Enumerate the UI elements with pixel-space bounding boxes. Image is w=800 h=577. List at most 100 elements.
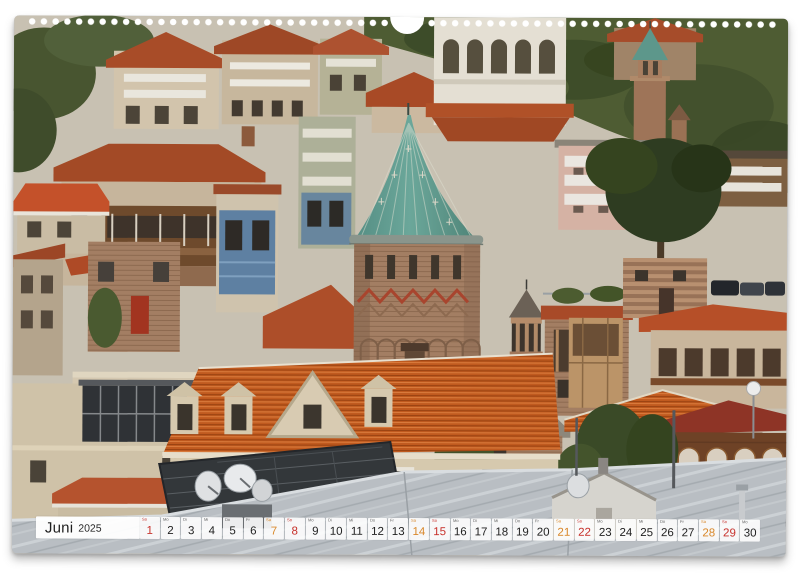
weekday-label: So (432, 519, 437, 523)
day-cell: Fr 13 (388, 518, 408, 540)
day-number: 22 (575, 527, 595, 539)
day-number: 6 (243, 525, 263, 537)
weekday-label: Mi (639, 520, 643, 524)
day-cell: Mo 16 (450, 518, 470, 540)
day-number: 27 (678, 527, 698, 539)
weekday-label: So (577, 520, 582, 524)
day-cell: Do 12 (368, 518, 388, 540)
weekday-label: Mo (308, 519, 314, 523)
weekday-label: Sa (556, 520, 561, 524)
day-cell: Mo 23 (595, 519, 615, 541)
day-cell: Mo 9 (306, 518, 326, 540)
day-number: 19 (513, 526, 533, 538)
day-cell: Mi 11 (347, 518, 367, 540)
day-number: 3 (181, 525, 201, 537)
weekday-label: So (722, 520, 727, 524)
day-cell: Do 26 (657, 519, 677, 541)
day-number: 9 (306, 526, 326, 538)
weekday-label: Do (370, 519, 375, 523)
day-number: 30 (740, 527, 760, 539)
day-number: 24 (616, 527, 636, 539)
day-cell: So 8 (285, 518, 305, 540)
day-number: 18 (492, 526, 512, 538)
day-cell: Di 10 (326, 518, 346, 540)
day-cell: Do 5 (223, 517, 243, 539)
day-cell: Sa 7 (264, 517, 284, 539)
calendar-strip: Juni 2025 So 1 Mo 2 Di 3 Mi 4 Do 5 Fr 6 … (12, 516, 786, 541)
weekday-label: Fr (245, 518, 249, 522)
day-number: 28 (699, 527, 719, 539)
day-cell: Mi 25 (637, 519, 657, 541)
day-row: So 1 Mo 2 Di 3 Mi 4 Do 5 Fr 6 Sa 7 So 8 … (140, 517, 760, 542)
weekday-label: Mo (453, 519, 459, 523)
weekday-label: Di (473, 519, 477, 523)
day-number: 26 (657, 527, 677, 539)
day-number: 8 (285, 525, 305, 537)
photo-illustration-tbilisi (12, 15, 788, 556)
brick-house-red-door (88, 242, 180, 352)
day-cell: Di 3 (181, 517, 201, 539)
year-label: 2025 (78, 523, 101, 534)
weekday-label: Fr (680, 520, 684, 524)
weekday-label: Mo (597, 520, 603, 524)
weekday-label: So (142, 518, 147, 522)
weekday-label: Do (515, 520, 520, 524)
day-cell: Sa 28 (699, 519, 719, 541)
weekday-label: Fr (535, 520, 539, 524)
day-number: 1 (140, 525, 160, 537)
day-cell: Mi 18 (492, 518, 512, 540)
day-number: 21 (554, 527, 574, 539)
day-cell: Fr 27 (678, 519, 698, 541)
day-cell: So 1 (140, 517, 160, 539)
weekday-label: Sa (266, 518, 271, 522)
day-cell: Mo 2 (161, 517, 181, 539)
day-cell: Fr 20 (533, 519, 553, 541)
weekday-label: Mi (349, 519, 353, 523)
day-cell: Mi 4 (202, 517, 222, 539)
day-number: 12 (368, 526, 388, 538)
day-number: 10 (326, 526, 346, 538)
day-number: 2 (161, 525, 181, 537)
day-number: 11 (347, 526, 367, 538)
weekday-label: Di (328, 519, 332, 523)
day-cell: Sa 14 (409, 518, 429, 540)
day-number: 7 (264, 525, 284, 537)
day-number: 29 (720, 527, 740, 539)
day-cell: Di 24 (616, 519, 636, 541)
day-number: 25 (637, 527, 657, 539)
timber-frame-house (568, 318, 622, 408)
day-number: 20 (533, 527, 553, 539)
weekday-label: Mi (204, 518, 208, 522)
parked-cars (711, 280, 785, 295)
stacked-balcony-house (298, 117, 356, 249)
day-number: 13 (388, 526, 408, 538)
day-number: 4 (202, 525, 222, 537)
day-number: 5 (223, 525, 243, 537)
weekday-label: Di (183, 518, 187, 522)
blue-balcony-house (213, 184, 282, 312)
weekday-label: Sa (411, 519, 416, 523)
day-number: 14 (409, 526, 429, 538)
weekday-label: Di (618, 520, 622, 524)
day-cell: Do 19 (513, 518, 533, 540)
day-number: 15 (430, 526, 450, 538)
weekday-label: So (287, 519, 292, 523)
day-cell: Fr 6 (243, 517, 263, 539)
month-label: Juni (45, 520, 73, 535)
day-number: 16 (450, 526, 470, 538)
day-cell: Mo 30 (740, 519, 760, 541)
weekday-label: Do (660, 520, 665, 524)
calendar-page: Juni 2025 So 1 Mo 2 Di 3 Mi 4 Do 5 Fr 6 … (12, 15, 788, 556)
weekday-label: Mo (163, 518, 169, 522)
weekday-label: Mo (742, 520, 748, 524)
weekday-label: Do (225, 518, 230, 522)
month-box: Juni 2025 (36, 516, 140, 538)
weekday-label: Mi (494, 519, 498, 523)
weekday-label: Fr (390, 519, 394, 523)
day-cell: Sa 21 (554, 519, 574, 541)
day-number: 17 (471, 526, 491, 538)
day-cell: Di 17 (471, 518, 491, 540)
weekday-label: Sa (701, 520, 706, 524)
day-cell: So 29 (720, 519, 740, 541)
day-cell: So 22 (575, 519, 595, 541)
